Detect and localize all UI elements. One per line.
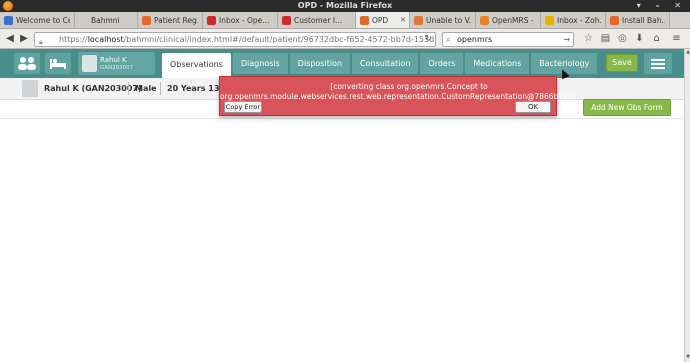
patient-chip-name: Rahul K [100,56,127,64]
browser-tab[interactable]: Inbox - Zoh... [541,12,606,28]
patient-name-id: Rahul K (GAN203007) [44,84,142,93]
patient-chip[interactable]: Rahul K GAN203007 [78,52,155,75]
browser-tab-label: Install Bah... [622,15,665,25]
vertical-scrollbar[interactable]: ▲ ▼ [684,49,690,362]
error-dialog: [converting class org.openmrs.Concept to… [219,76,576,116]
favicon-icon [207,15,216,25]
search-input[interactable]: ⌕ openmrs → [442,32,574,47]
copy-error-button[interactable]: Copy Error [224,101,262,113]
tab-orders[interactable]: Orders [420,53,464,74]
app-menu-button[interactable] [644,53,672,74]
back-icon[interactable]: ◀ [4,32,16,46]
tab-disposition[interactable]: Disposition [289,53,351,74]
search-value: openmrs [457,35,493,44]
avatar [82,55,97,72]
window-controls[interactable]: ▾ – ✕ [637,0,687,12]
url-prefix: https:// [59,35,88,44]
tab-consultation[interactable]: Consultation [352,53,419,74]
favicon-icon [282,15,291,25]
browser-tab-label: Patient Reg... [154,15,198,25]
divider [160,82,161,95]
app-header: Rahul K GAN203007 Observations Diagnosis D… [0,49,684,78]
browser-tab[interactable]: Bahmni [75,12,138,28]
reading-list-icon[interactable]: ▤ [599,32,612,46]
url-host: localhost [87,35,124,44]
scroll-up-icon[interactable]: ▲ [685,49,690,57]
browser-tab-label: OpenMRS - ... [492,15,536,25]
divider [128,82,129,95]
browser-tab[interactable]: Unable to V... [410,12,476,28]
browser-tab-label: Bahmni [91,15,120,25]
favicon-icon [545,15,554,25]
bed-icon [50,59,66,69]
favicon-icon [4,15,13,25]
error-message-line1: [converting class org.openmrs.Concept to [330,82,488,91]
scroll-down-icon[interactable]: ▼ [685,354,690,362]
add-new-obs-form-button[interactable]: Add New Obs Form [583,99,671,116]
url-bar[interactable]: 🔒︎ https://localhost/bahmni/clinical/ind… [34,32,436,47]
download-icon[interactable]: ⬇ [633,32,646,46]
browser-tab[interactable]: OPD ✕ [356,12,410,28]
tab-observations[interactable]: Observations [162,53,231,78]
users-icon [18,57,36,70]
browser-tab[interactable]: Inbox - Ope... [203,12,278,28]
firefox-icon [3,1,13,11]
patient-gender: Male [135,84,157,93]
browser-tab[interactable]: Patient Reg... [138,12,203,28]
browser-tab[interactable]: OpenMRS - ... [476,12,541,28]
browser-tab-label: Unable to V... [426,15,471,25]
window-titlebar: OPD - Mozilla Firefox ▾ – ✕ [0,0,690,12]
favicon-icon [79,15,88,25]
tab-medications[interactable]: Medications [465,53,530,74]
browser-tab-label: OPD [372,15,389,25]
tab-diagnosis[interactable]: Diagnosis [232,53,288,74]
window-title: OPD - Mozilla Firefox [297,1,393,10]
favicon-icon [360,15,369,25]
browser-tab-label: Welcome to Ce... [16,15,70,25]
consultation-tabs: Observations Diagnosis Disposition Consulta… [162,53,599,78]
divider [0,118,684,119]
browser-navbar: ◀ ▶ 🔒︎ https://localhost/bahmni/clinical… [0,29,690,49]
pocket-icon[interactable]: ◎ [616,32,629,46]
patient-avatar [22,80,38,97]
browser-tab[interactable]: Install Bah... [606,12,670,28]
search-icon: ⌕ [446,35,451,44]
forward-icon[interactable]: ▶ [18,32,30,46]
patients-button[interactable] [14,53,40,74]
favicon-icon [480,15,489,25]
patient-chip-id: GAN203007 [100,65,134,71]
lock-icon: 🔒︎ [39,38,43,46]
bed-button[interactable] [45,53,71,74]
close-tab-icon[interactable]: ✕ [400,16,406,24]
favicon-icon [414,15,423,25]
ok-button[interactable]: OK [515,101,551,113]
browser-tabstrip: Welcome to Ce... Bahmni Patient Reg... Inbo… [0,12,690,29]
browser-tab-label: Inbox - Zoh... [557,15,601,25]
favicon-icon [610,15,619,25]
browser-tab[interactable]: Welcome to Ce... [0,12,75,28]
reload-icon[interactable]: ↻ [424,33,432,46]
url-path: /bahmni/clinical/index.html#/default/pat… [123,35,435,44]
save-button[interactable]: Save [606,54,638,72]
browser-tab-label: Inbox - Ope... [219,15,270,25]
star-icon[interactable]: ☆ [582,32,595,46]
favicon-icon [142,15,151,25]
browser-tab-label: Customer I... [294,15,343,25]
search-go-icon[interactable]: → [563,33,570,46]
error-message-line2: org.openmrs.module.webservices.rest.web.… [220,92,576,101]
browser-tab[interactable]: Customer I... [278,12,356,28]
home-icon[interactable]: ⌂ [650,32,663,46]
hamburger-menu-icon[interactable]: ≡ [670,32,683,46]
